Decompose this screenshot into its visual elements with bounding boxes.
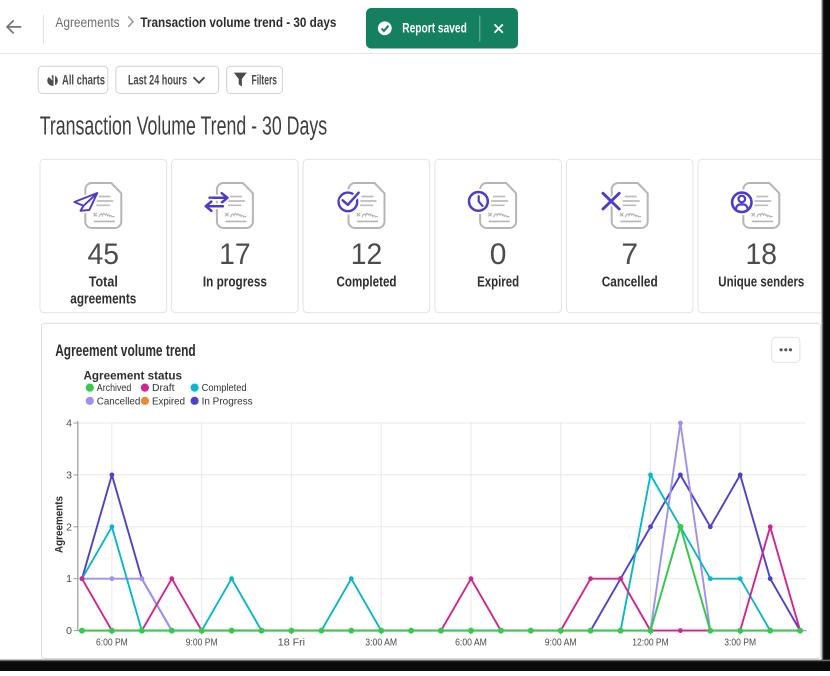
svg-text:6:00 PM: 6:00 PM bbox=[96, 636, 128, 648]
svg-text:agreements: agreements bbox=[70, 292, 136, 308]
svg-text:3: 3 bbox=[66, 469, 72, 481]
svg-text:18: 18 bbox=[746, 238, 778, 271]
svg-text:18 Fri: 18 Fri bbox=[278, 636, 305, 648]
svg-text:9:00 AM: 9:00 AM bbox=[545, 636, 577, 648]
svg-text:Expired: Expired bbox=[152, 395, 185, 407]
svg-text:Agreements: Agreements bbox=[55, 14, 119, 30]
svg-text:1: 1 bbox=[66, 573, 72, 585]
svg-text:Cancelled: Cancelled bbox=[602, 274, 658, 290]
svg-text:Last 24 hours: Last 24 hours bbox=[128, 73, 187, 88]
svg-text:0: 0 bbox=[66, 625, 72, 637]
svg-text:17: 17 bbox=[219, 238, 251, 271]
svg-text:Filters: Filters bbox=[252, 73, 278, 88]
svg-text:Completed: Completed bbox=[337, 274, 397, 290]
svg-text:Cancelled: Cancelled bbox=[97, 395, 141, 407]
svg-text:3:00 AM: 3:00 AM bbox=[365, 636, 397, 648]
svg-text:0: 0 bbox=[490, 238, 507, 271]
svg-text:Completed: Completed bbox=[202, 382, 247, 394]
svg-text:Agreement status: Agreement status bbox=[84, 371, 183, 383]
svg-text:In Progress: In Progress bbox=[202, 395, 253, 407]
svg-text:All charts: All charts bbox=[62, 73, 105, 88]
svg-text:Report saved: Report saved bbox=[402, 20, 467, 36]
svg-text:45: 45 bbox=[88, 238, 120, 271]
svg-text:9:00 PM: 9:00 PM bbox=[186, 636, 218, 648]
svg-text:2: 2 bbox=[66, 521, 72, 533]
svg-text:4: 4 bbox=[66, 418, 72, 430]
svg-text:Agreements: Agreements bbox=[54, 496, 66, 553]
svg-text:7: 7 bbox=[621, 238, 638, 271]
svg-text:Draft: Draft bbox=[152, 382, 175, 394]
svg-text:Expired: Expired bbox=[477, 274, 519, 290]
svg-text:Total: Total bbox=[89, 274, 118, 290]
svg-text:Agreement volume trend: Agreement volume trend bbox=[55, 341, 196, 360]
svg-text:12: 12 bbox=[351, 238, 383, 271]
svg-text:Unique senders: Unique senders bbox=[718, 274, 804, 290]
svg-text:6:00 AM: 6:00 AM bbox=[455, 636, 487, 648]
svg-text:3:00 PM: 3:00 PM bbox=[724, 636, 756, 648]
svg-text:Transaction Volume Trend - 30: Transaction Volume Trend - 30 Days bbox=[40, 112, 327, 140]
svg-text:Transaction volume trend - 30: Transaction volume trend - 30 days bbox=[140, 14, 336, 30]
svg-text:12:00 PM: 12:00 PM bbox=[632, 636, 668, 648]
svg-text:In progress: In progress bbox=[203, 274, 267, 290]
svg-text:Archived: Archived bbox=[97, 382, 132, 394]
